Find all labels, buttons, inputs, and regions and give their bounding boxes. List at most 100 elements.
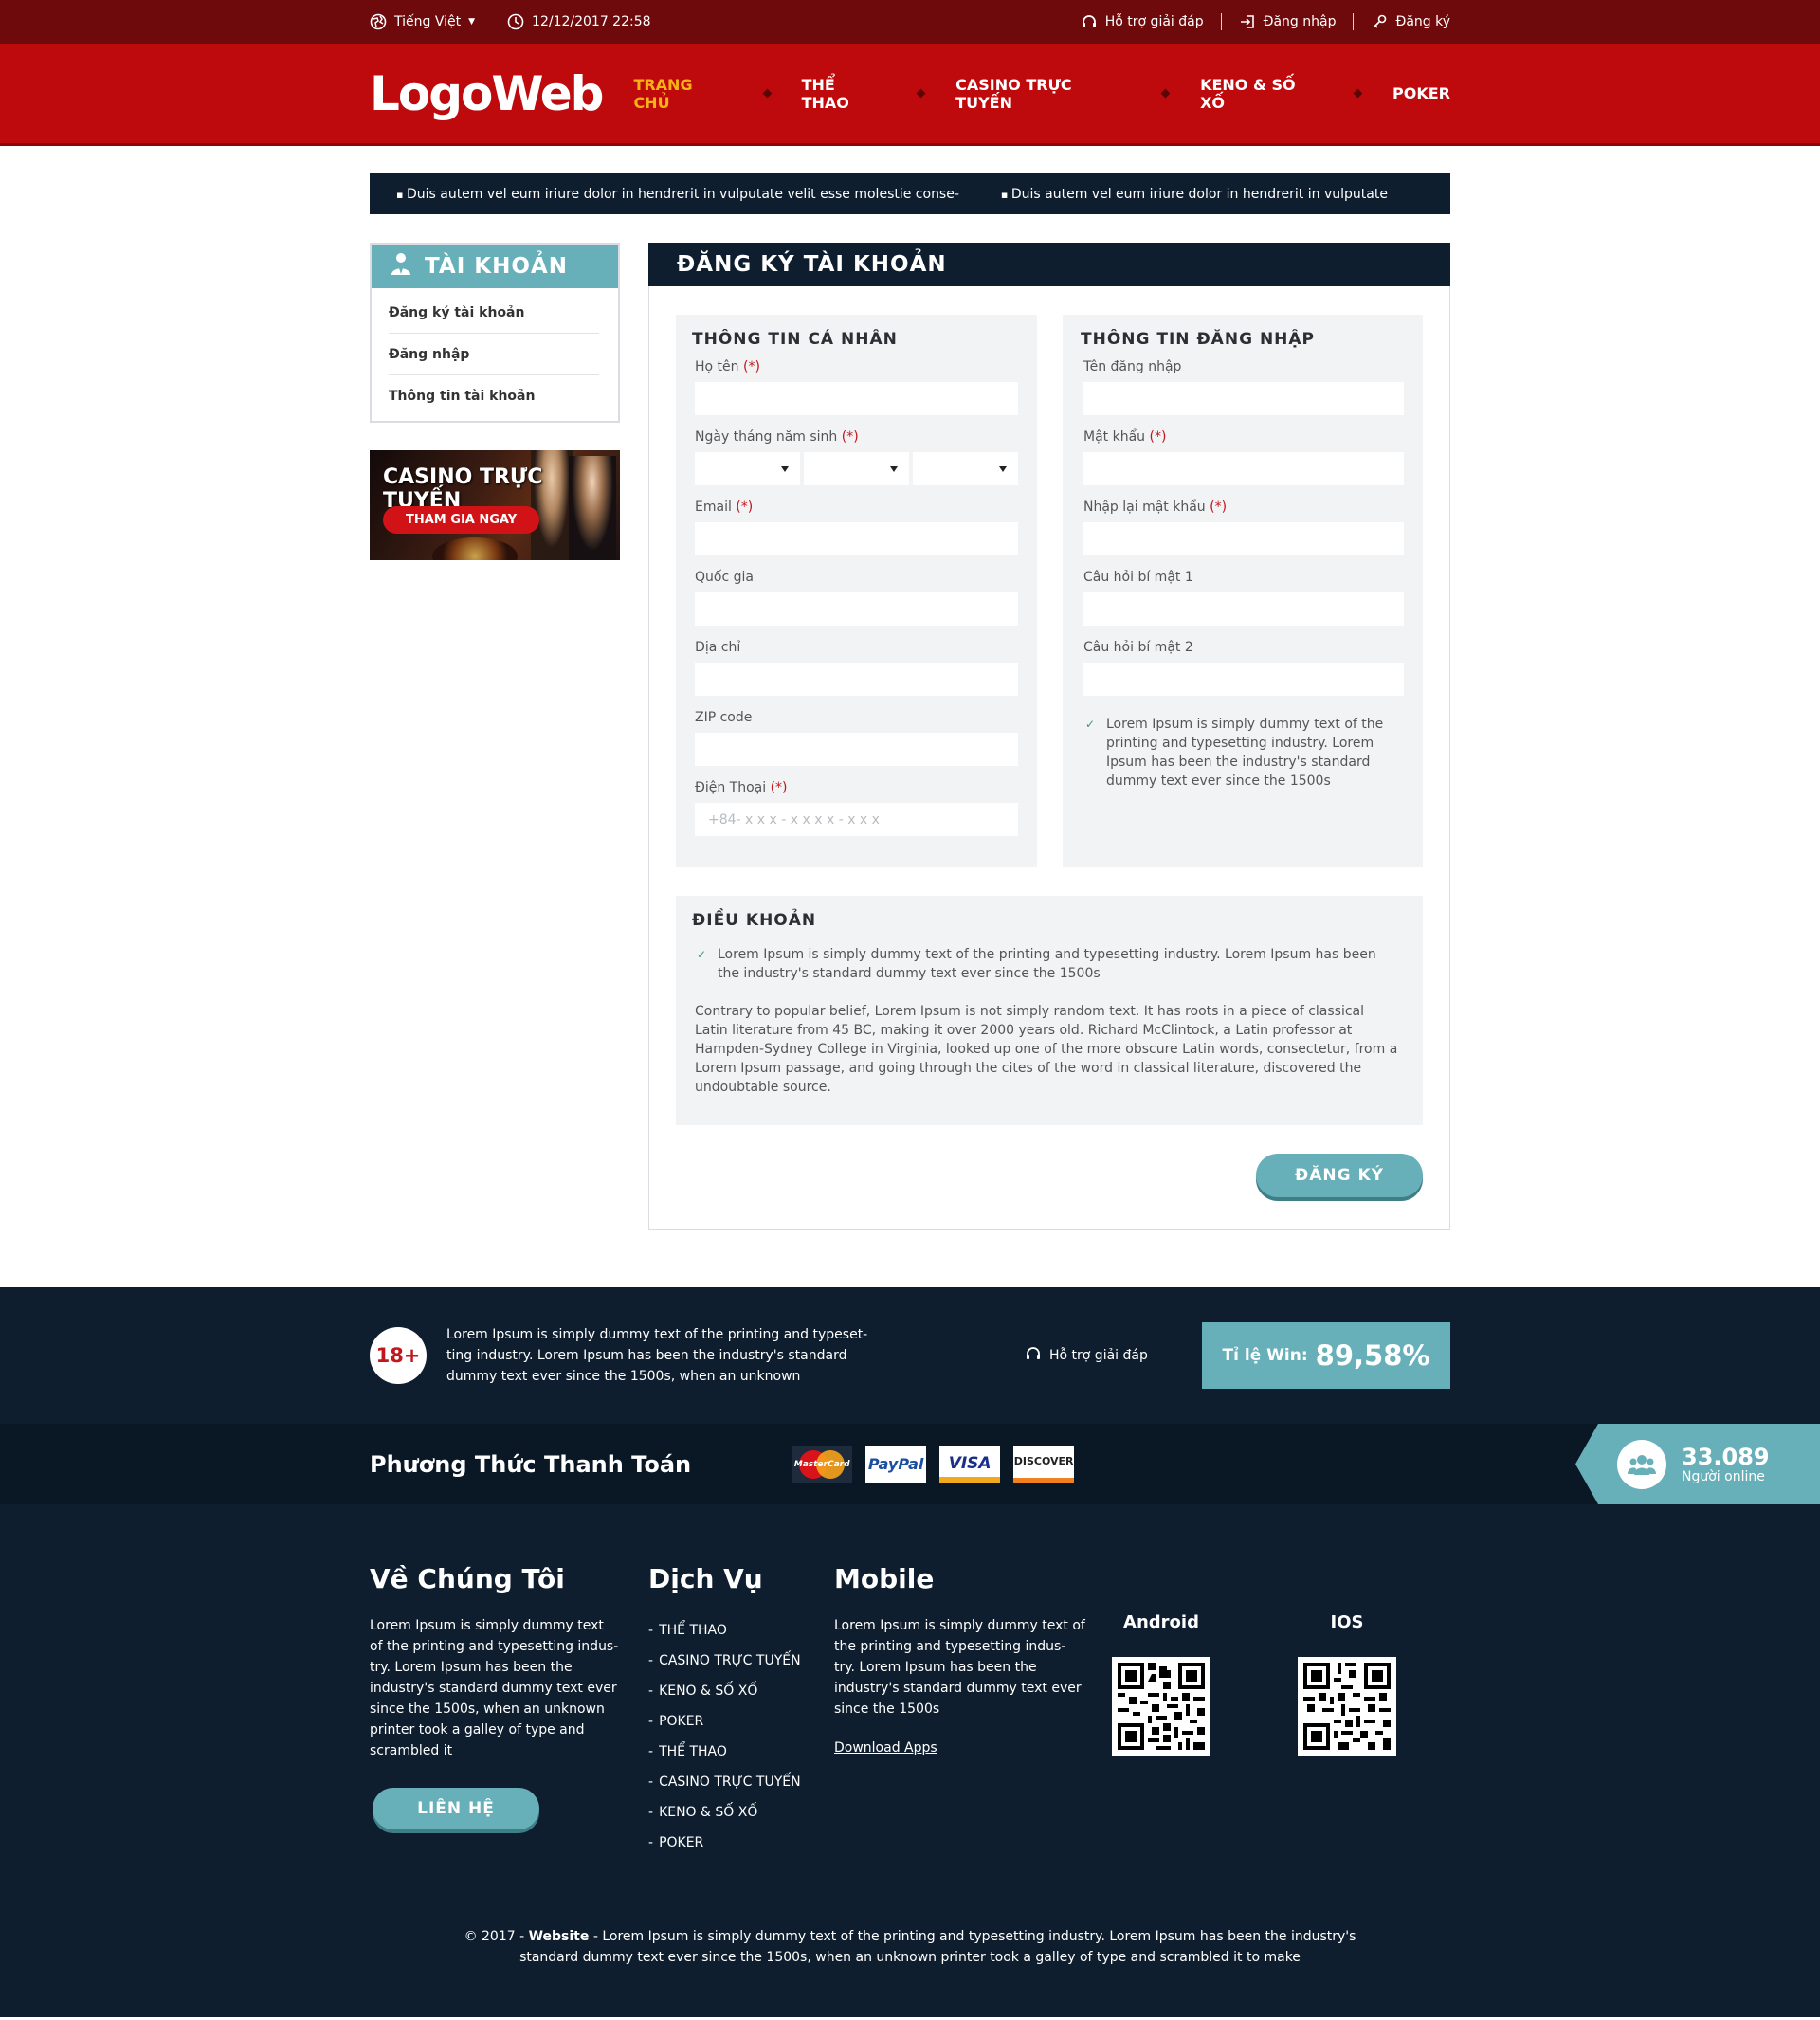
ticker-item[interactable]: Duis autem vel eum iriure dolor in hendr… [1001,187,1388,202]
key-icon [1371,13,1388,30]
win-rate-value: 89,58% [1315,1339,1430,1372]
nav-item-sports[interactable]: THỂ THAO [771,76,919,112]
footer-main: Về Chúng Tôi Lorem Ipsum is simply dummy… [0,1504,1820,1917]
username-label: Tên đăng nhập [1083,359,1182,374]
sidebar-item-register[interactable]: Đăng ký tài khoản [389,292,599,334]
sidebar-item-login[interactable]: Đăng nhập [389,334,599,375]
join-now-button[interactable]: THAM GIA NGAY [383,506,540,534]
ticker-item[interactable]: Duis autem vel eum iriure dolor in hendr… [396,187,959,202]
service-link[interactable]: POKER [648,1828,834,1858]
register-link[interactable]: Đăng ký [1353,13,1450,30]
mastercard-logo: MasterCard [792,1445,853,1483]
service-link[interactable]: KENO & SỐ XỐ [648,1797,834,1828]
login-info-section: THÔNG TIN ĐĂNG NHẬP Tên đăng nhập Mật kh… [1063,315,1423,867]
app-qr-codes: Android IOS [1105,1563,1403,1858]
address-field[interactable] [695,663,1018,696]
service-link[interactable]: THỂ THAO [648,1737,834,1767]
android-qr-code[interactable] [1112,1657,1210,1756]
zip-label: ZIP code [695,710,753,725]
login-link[interactable]: Đăng nhập [1220,13,1354,30]
nav-item-home[interactable]: TRANG CHỦ [602,76,763,112]
users-icon [1617,1439,1666,1489]
about-text: Lorem Ipsum is simply dummy text of the … [370,1618,619,1758]
service-link[interactable]: CASINO TRỰC TUYẾN [648,1646,834,1676]
payment-methods-bar: Phương Thức Thanh Toán MasterCard PayPal… [0,1424,1820,1504]
download-apps-link[interactable]: Download Apps [834,1740,937,1756]
casino-banner[interactable]: CASINO TRỰC TUYẾN THAM GIA NGAY [370,450,620,560]
sidebar-item-account-info[interactable]: Thông tin tài khoản [389,375,599,417]
username-field[interactable] [1083,382,1404,415]
form-title: ĐĂNG KÝ TÀI KHOẢN [648,243,1450,286]
services-title: Dịch Vụ [648,1563,763,1594]
question1-field[interactable] [1083,592,1404,626]
globe-icon [370,13,387,30]
language-selector[interactable]: Tiếng Việt ▼ [370,13,475,30]
password-confirm-field[interactable] [1083,522,1404,555]
main-nav: TRANG CHỦ THỂ THAO CASINO TRỰC TUYẾN KEN… [602,76,1450,112]
age-notice-text: Lorem Ipsum is simply dummy text of the … [446,1327,868,1384]
headset-icon [1081,13,1098,30]
account-menu-title: TÀI KHOẢN [425,254,568,279]
mobile-column: Mobile Lorem Ipsum is simply dummy text … [834,1563,1086,1858]
birth-year-select[interactable] [913,452,1018,485]
birth-month-select[interactable] [804,452,909,485]
support-link[interactable]: Hỗ trợ giải đáp [1064,13,1221,30]
fullname-field[interactable] [695,382,1018,415]
service-link[interactable]: KENO & SỐ XỐ [648,1676,834,1706]
android-app: Android [1105,1612,1217,1858]
copyright-line2: standard dummy text ever since the 1500s… [519,1950,1301,1965]
services-column: Dịch Vụ THỂ THAO CASINO TRỰC TUYẾN KENO … [648,1563,834,1858]
datetime: 12/12/2017 22:58 [507,13,651,30]
personal-info-section: THÔNG TIN CÁ NHÂN Họ tên (*) Ngày tháng … [676,315,1037,867]
question2-field[interactable] [1083,663,1404,696]
password-field[interactable] [1083,452,1404,485]
ios-qr-code[interactable] [1298,1657,1396,1756]
nav-item-keno[interactable]: KENO & SỐ XỐ [1169,76,1355,112]
login-icon [1239,13,1256,30]
email-field[interactable] [695,522,1018,555]
services-list: THỂ THAO CASINO TRỰC TUYẾN KENO & SỐ XỐ … [648,1615,834,1858]
win-rate-label: Tỉ lệ Win: [1222,1346,1308,1365]
birthday-label: Ngày tháng năm sinh (*) [695,429,859,445]
nav-item-casino[interactable]: CASINO TRỰC TUYẾN [924,76,1162,112]
about-column: Về Chúng Tôi Lorem Ipsum is simply dummy… [370,1563,620,1858]
ios-label: IOS [1330,1612,1364,1632]
password-label: Mật khẩu (*) [1083,429,1167,445]
contact-button[interactable]: LIÊN HỆ [373,1788,539,1829]
win-rate-box: Tỉ lệ Win: 89,58% [1202,1322,1450,1389]
payment-title: Phương Thức Thanh Toán [370,1450,692,1478]
country-field[interactable] [695,592,1018,626]
terms-checkbox[interactable]: ✓ [695,948,708,961]
question1-label: Câu hỏi bí mật 1 [1083,570,1193,585]
phone-field[interactable]: +84- x x x - x x x x - x x x [695,803,1018,836]
question2-label: Câu hỏi bí mật 2 [1083,640,1193,655]
logo[interactable]: LogoWeb [370,66,604,121]
terms-body: Contrary to popular belief, Lorem Ipsum … [695,1004,1398,1095]
personal-info-title: THÔNG TIN CÁ NHÂN [692,330,898,349]
online-users-badge: 33.089 Người online [1575,1424,1820,1504]
zip-field[interactable] [695,733,1018,766]
paypal-logo: PayPal [865,1445,927,1483]
service-link[interactable]: CASINO TRỰC TUYẾN [648,1767,834,1797]
android-label: Android [1123,1612,1199,1632]
birth-day-select[interactable] [695,452,800,485]
terms-title: ĐIỀU KHOẢN [692,911,817,930]
copyright: © 2017 - Website - Lorem Ipsum is simply… [0,1917,1820,2017]
copyright-site-name[interactable]: Website [529,1929,590,1944]
service-link[interactable]: POKER [648,1706,834,1737]
clock-icon [507,13,524,30]
phone-label: Điện Thoại (*) [695,780,788,795]
mobile-title: Mobile [834,1563,935,1594]
account-menu: TÀI KHOẢN Đăng ký tài khoản Đăng nhập Th… [370,243,620,423]
agree-row: ✓ Lorem Ipsum is simply dummy text of th… [1083,715,1404,791]
service-link[interactable]: THỂ THAO [648,1615,834,1646]
copyright-line1: © 2017 - Website - Lorem Ipsum is simply… [464,1929,1356,1944]
register-submit-button[interactable]: ĐĂNG KÝ [1256,1154,1423,1197]
register-label: Đăng ký [1395,14,1450,29]
address-label: Địa chỉ [695,640,741,655]
sidebar: TÀI KHOẢN Đăng ký tài khoản Đăng nhập Th… [370,243,620,560]
register-form-panel: ĐĂNG KÝ TÀI KHOẢN THÔNG TIN CÁ NHÂN Họ t… [648,243,1450,1230]
footer-support-link[interactable]: Hỗ trợ giải đáp [1025,1345,1148,1366]
agree-checkbox[interactable]: ✓ [1083,718,1097,731]
nav-item-poker[interactable]: POKER [1361,84,1450,102]
